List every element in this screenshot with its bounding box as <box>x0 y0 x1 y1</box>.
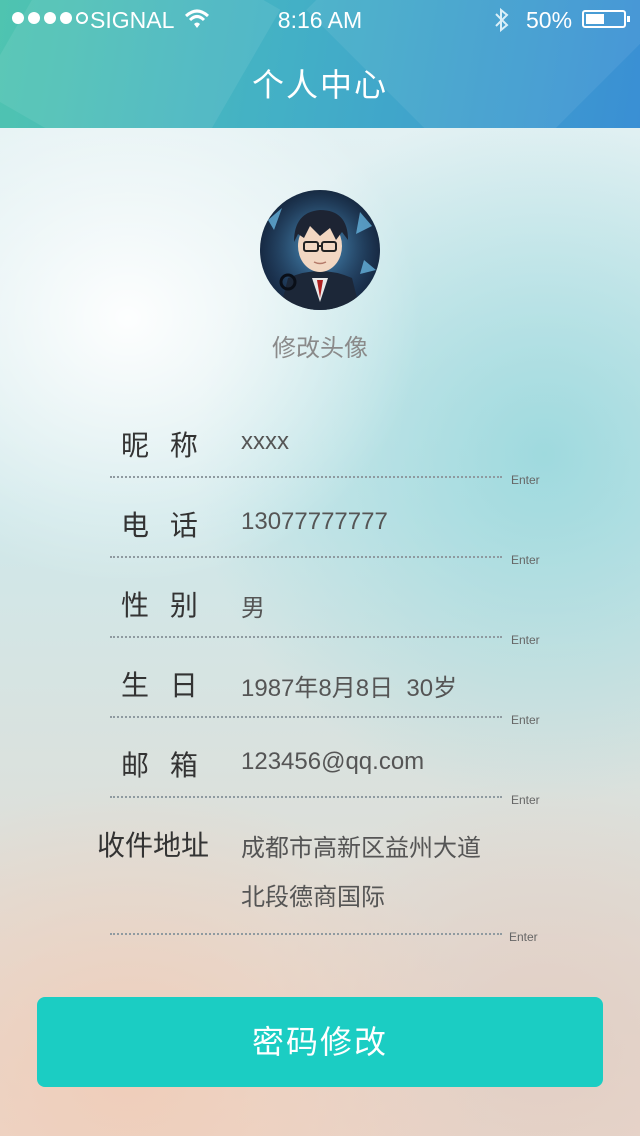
email-enter-button[interactable]: Enter <box>511 793 540 807</box>
email-value[interactable]: 123456@qq.com <box>241 748 424 776</box>
divider <box>110 796 502 798</box>
birthday-label: 生 日 <box>121 669 204 702</box>
divider <box>110 716 502 718</box>
divider <box>110 933 502 935</box>
birthday-enter-button[interactable]: Enter <box>511 713 540 727</box>
divider <box>110 556 502 558</box>
nickname-value[interactable]: xxxx <box>241 428 289 456</box>
gender-label: 性 别 <box>121 589 204 622</box>
clock: 8:16 AM <box>277 7 363 33</box>
divider <box>110 636 502 638</box>
page-title: 个人中心 <box>251 66 388 104</box>
phone-enter-button[interactable]: Enter <box>511 553 540 567</box>
change-password-button[interactable]: 密码修改 <box>37 997 603 1087</box>
nickname-enter-button[interactable]: Enter <box>511 473 540 487</box>
change-avatar-link[interactable]: 修改头像 <box>0 328 640 363</box>
header-bar: SIGNAL 8:16 AM 50% 个人中心 <box>0 0 640 128</box>
divider <box>110 476 502 478</box>
status-bar: SIGNAL 8:16 AM 50% <box>0 0 640 40</box>
email-label: 邮 箱 <box>121 749 204 782</box>
gender-value[interactable]: 男 <box>241 588 265 623</box>
address-label: 收件地址 <box>97 829 210 862</box>
bluetooth-icon <box>493 7 511 39</box>
birthday-value[interactable]: 1987年8月8日 30岁 <box>241 668 457 703</box>
address-value-line2[interactable]: 北段德商国际 <box>241 877 385 912</box>
phone-label: 电 话 <box>121 509 204 542</box>
gender-enter-button[interactable]: Enter <box>511 633 540 647</box>
address-enter-button[interactable]: Enter <box>509 930 538 944</box>
avatar[interactable] <box>260 190 380 310</box>
phone-value[interactable]: 13077777777 <box>241 508 388 536</box>
battery-icon <box>582 10 630 28</box>
nickname-label: 昵 称 <box>121 429 204 462</box>
battery-percent: 50% <box>526 7 573 33</box>
address-value-line1[interactable]: 成都市高新区益州大道 <box>241 828 481 863</box>
